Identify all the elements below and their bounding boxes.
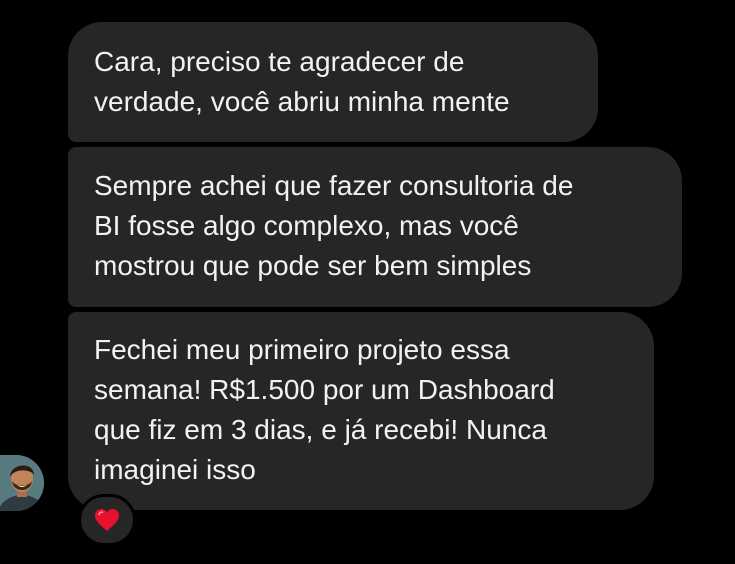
- profile-photo: [0, 455, 44, 511]
- heart-icon: [95, 509, 119, 531]
- reaction-badge[interactable]: [78, 494, 136, 546]
- message-bubble[interactable]: Cara, preciso te agradecer de verdade, v…: [68, 22, 598, 142]
- message-bubble[interactable]: Fechei meu primeiro projeto essa semana!…: [68, 312, 654, 510]
- message-bubble[interactable]: Sempre achei que fazer consultoria de BI…: [68, 147, 682, 307]
- avatar[interactable]: [0, 455, 44, 511]
